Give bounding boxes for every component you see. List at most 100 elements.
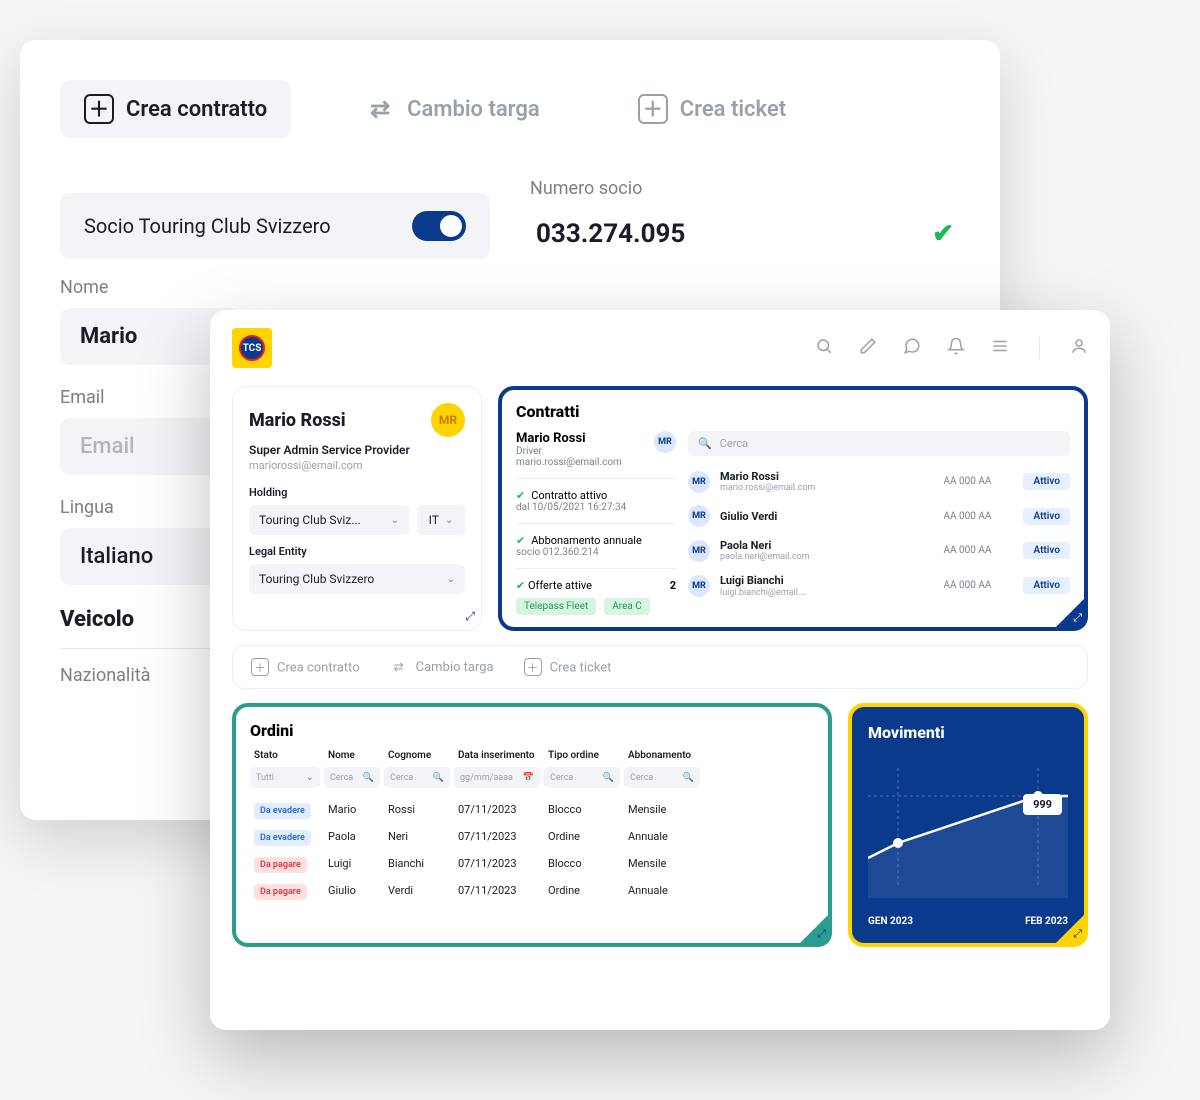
filter-sub[interactable]: Cerca🔍 (624, 767, 700, 788)
offer-tag: Telepass Fleet (516, 598, 596, 615)
brand-logo[interactable]: TCS (232, 328, 272, 368)
order-row[interactable]: Da pagare Giulio Verdi 07/11/2023 Ordine… (250, 877, 814, 904)
user-name: Mario Rossi (249, 410, 346, 431)
chart-tooltip: 999 (1023, 794, 1062, 815)
expand-icon[interactable]: ⤢ (1073, 927, 1082, 941)
person-code: AA 000 AA (943, 545, 1013, 556)
create-contract-button[interactable]: ＋Crea contratto (251, 658, 360, 676)
filter-label: gg/mm/aaaa (460, 773, 513, 783)
menu-icon[interactable] (991, 336, 1009, 360)
expand-icon[interactable]: ⤢ (1073, 611, 1082, 625)
order-surname: Verdi (384, 884, 454, 897)
contract-person-row[interactable]: MR Giulio Verdi AA 000 AA Attivo (688, 499, 1070, 533)
order-surname: Neri (384, 830, 454, 843)
subscription-label: Abbonamento annuale (531, 534, 642, 547)
driver-role: Driver (516, 446, 622, 457)
legal-entity-select[interactable]: Touring Club Svizzero ⌄ (249, 564, 465, 594)
bell-icon[interactable] (947, 336, 965, 360)
change-plate-label: Cambio targa (407, 97, 540, 122)
order-surname: Bianchi (384, 857, 454, 870)
order-row[interactable]: Da pagare Luigi Bianchi 07/11/2023 Blocc… (250, 850, 814, 877)
chat-icon[interactable] (903, 336, 921, 360)
contract-status: Contratto attivo (531, 489, 607, 502)
check-icon: ✔ (516, 489, 525, 502)
member-number-value: 033.274.095 (536, 219, 685, 249)
filter-status[interactable]: Tutti⌄ (250, 767, 320, 788)
country-value: IT (429, 513, 439, 527)
card-corner: ⤢ (796, 911, 832, 947)
swap-icon: ⇄ (365, 94, 395, 124)
person-code: AA 000 AA (943, 580, 1013, 591)
search-placeholder: Cerca (720, 437, 748, 450)
contract-person-row[interactable]: MR Paola Neri paola.neri@email.com AA 00… (688, 533, 1070, 568)
filter-type[interactable]: Cerca🔍 (544, 767, 620, 788)
contract-person-row[interactable]: MR Mario Rossi mario.rossi@email.com AA … (688, 464, 1070, 499)
order-status-badge: Da pagare (254, 857, 307, 873)
create-contract-label: Crea contratto (126, 97, 267, 122)
create-ticket-button[interactable]: ＋Crea ticket (524, 658, 612, 676)
contracts-title: Contratti (516, 402, 1070, 421)
member-toggle[interactable] (412, 211, 466, 241)
member-toggle-row: Socio Touring Club Svizzero (60, 193, 490, 259)
driver-avatar: MR (654, 431, 676, 453)
search-icon: 🔍 (698, 437, 712, 450)
person-code: AA 000 AA (943, 511, 1013, 522)
order-status-badge: Da pagare (254, 884, 307, 900)
order-row[interactable]: Da evadere Mario Rossi 07/11/2023 Blocco… (250, 796, 814, 823)
member-label: Socio Touring Club Svizzero (84, 214, 331, 238)
country-select[interactable]: IT ⌄ (417, 505, 465, 535)
edit-icon[interactable] (859, 336, 877, 360)
order-type: Ordine (544, 884, 624, 897)
order-date: 07/11/2023 (454, 803, 544, 816)
orders-card: Ordini Stato Nome Cognome Data inserimen… (232, 703, 832, 947)
order-status-badge: Da evadere (254, 803, 311, 819)
filter-surname[interactable]: Cerca🔍 (384, 767, 450, 788)
search-icon[interactable] (815, 336, 833, 360)
order-name: Giulio (324, 884, 384, 897)
user-icon[interactable] (1070, 336, 1088, 360)
contracts-search[interactable]: 🔍 Cerca (688, 431, 1070, 456)
filter-name[interactable]: Cerca 🔍 (324, 767, 380, 788)
axis-label: GEN 2023 (868, 916, 913, 927)
axis-label: FEB 2023 (1025, 916, 1068, 927)
legal-entity-value: Touring Club Svizzero (259, 572, 374, 586)
filter-label: Tutti (256, 773, 274, 783)
expand-icon[interactable]: ⤢ (465, 609, 475, 624)
search-icon: 🔍 (433, 773, 444, 783)
order-name: Mario (324, 803, 384, 816)
offer-tag: Area C (604, 598, 650, 615)
holding-select[interactable]: Touring Club Sviz... ⌄ (249, 505, 409, 535)
order-row[interactable]: Da evadere Paola Neri 07/11/2023 Ordine … (250, 823, 814, 850)
contract-detail: Mario Rossi Driver mario.rossi@email.com… (516, 431, 676, 615)
person-name: Luigi Bianchi (720, 574, 933, 587)
action-label: Crea ticket (550, 661, 612, 676)
actions-bar: ＋Crea contratto ⇄Cambio targa ＋Crea tick… (232, 645, 1088, 689)
status-badge: Attivo (1023, 577, 1070, 594)
chevron-down-icon: ⌄ (445, 515, 453, 526)
change-plate-button[interactable]: ⇄ Cambio targa (341, 80, 564, 138)
holding-value: Touring Club Sviz... (259, 513, 361, 527)
filter-label: Cerca (630, 773, 653, 783)
movements-card: Movimenti 999 GEN 2023 FEB 2023 ⤢ (848, 703, 1088, 947)
order-subscription: Annuale (624, 884, 704, 897)
driver-email: mario.rossi@email.com (516, 457, 622, 468)
user-role: Super Admin Service Provider (249, 443, 465, 457)
filter-date[interactable]: gg/mm/aaaa📅 (454, 767, 540, 788)
filter-label: Cerca (330, 773, 353, 783)
action-label: Cambio targa (416, 660, 494, 675)
col-header: Tipo ordine (544, 750, 624, 761)
order-name: Luigi (324, 857, 384, 870)
person-code: AA 000 AA (943, 476, 1013, 487)
order-surname: Rossi (384, 803, 454, 816)
expand-icon[interactable]: ⤢ (817, 927, 826, 941)
holding-label: Holding (249, 486, 465, 499)
create-ticket-button[interactable]: ＋ Crea ticket (614, 80, 810, 138)
user-avatar: MR (431, 403, 465, 437)
search-icon: 🔍 (363, 773, 374, 783)
change-plate-button[interactable]: ⇄Cambio targa (390, 658, 494, 676)
check-icon: ✔ (516, 579, 525, 592)
create-contract-button[interactable]: ＋ Crea contratto (60, 80, 291, 138)
contract-person-row[interactable]: MR Luigi Bianchi luigi.bianchi@email.… A… (688, 568, 1070, 603)
nav-separator (1039, 337, 1040, 359)
col-header: Abbonamento (624, 750, 704, 761)
